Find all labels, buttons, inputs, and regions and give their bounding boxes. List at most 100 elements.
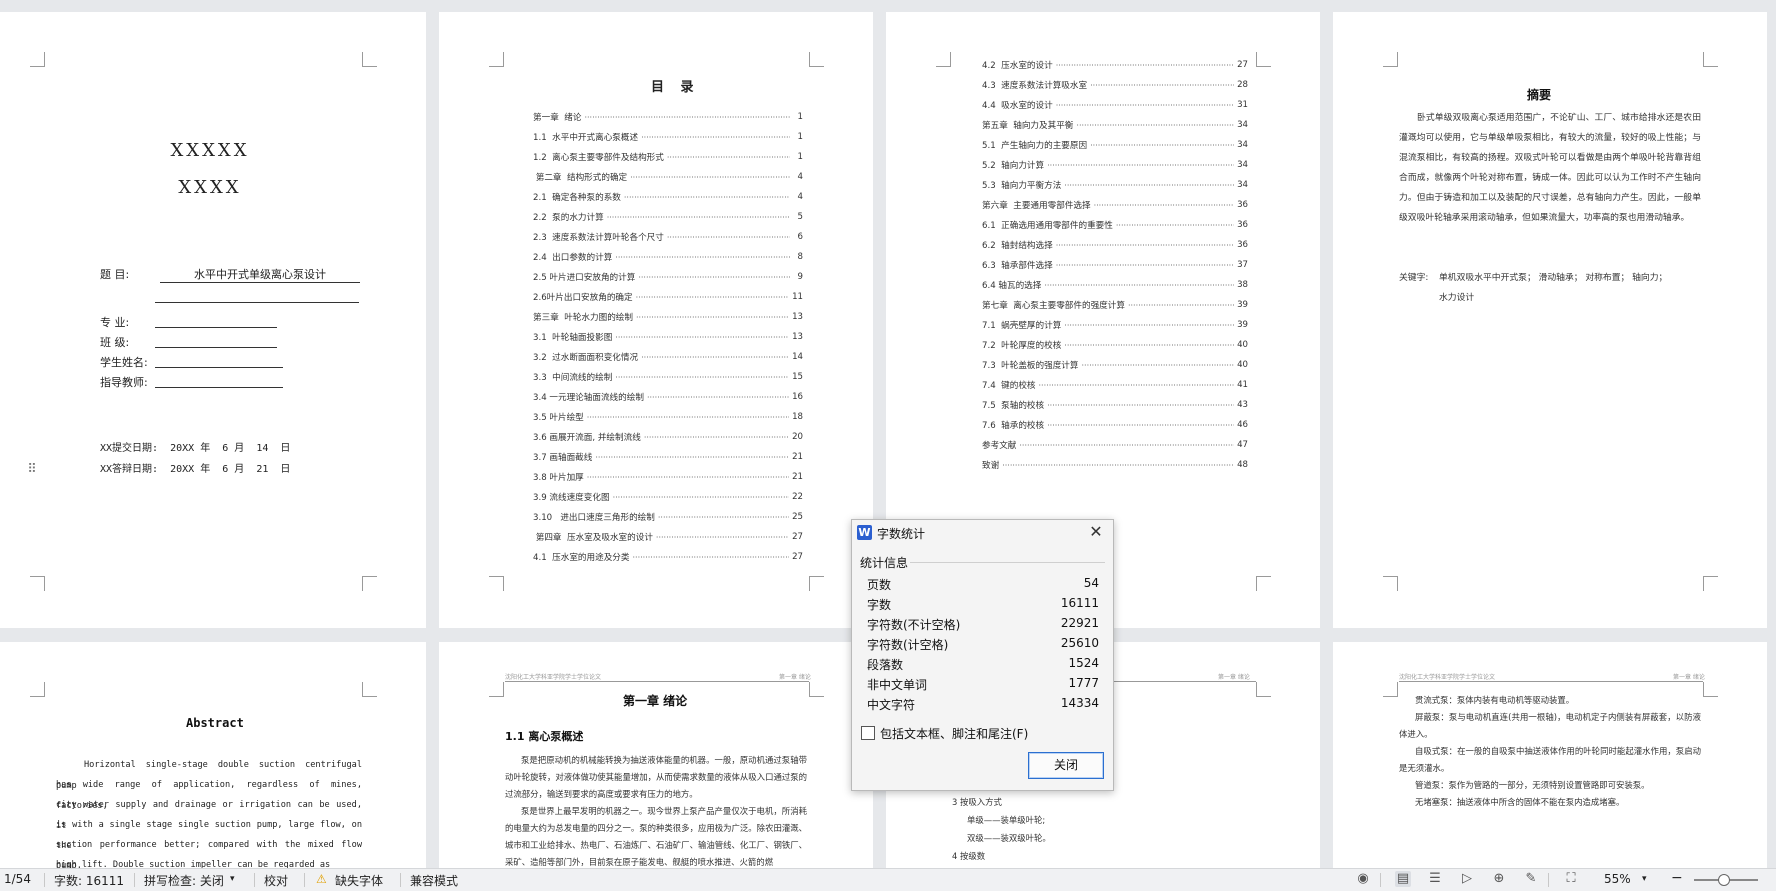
chevron-down-icon[interactable]: ▾ bbox=[1642, 874, 1647, 884]
page-view-icon[interactable]: ▤ bbox=[1395, 871, 1411, 887]
word-count-status[interactable]: 字数: 16111 bbox=[54, 872, 124, 889]
toc-entry[interactable]: 5.1 产生轴向力的主要原因 ··························… bbox=[982, 138, 1248, 152]
drag-handle-icon[interactable]: ⠿ bbox=[24, 462, 40, 478]
fit-page-icon[interactable]: ⛶ bbox=[1563, 871, 1579, 887]
play-icon[interactable]: ▷ bbox=[1459, 871, 1475, 887]
toc-leader-dots: ········································… bbox=[641, 352, 789, 362]
toc-entry[interactable]: 7.5 泵轴的校核 ·······························… bbox=[982, 398, 1248, 412]
toc-entry-page: 13 bbox=[792, 332, 803, 342]
toc-entry-label: 7.5 泵轴的校核 bbox=[982, 401, 1045, 411]
toc-entry[interactable]: 第六章 主要通用零部件选择 ···························… bbox=[982, 198, 1248, 212]
wps-writer-icon: W bbox=[857, 525, 872, 540]
toc-entry[interactable]: 第四章 压水室及吸水室的设计 ··························… bbox=[533, 530, 803, 544]
toc-entry[interactable]: 2.5 叶片进口安放角的计算 ··························… bbox=[533, 270, 803, 284]
stat-row: 非中文单词 1777 bbox=[867, 676, 1099, 694]
dialog-titlebar[interactable]: W 字数统计 ✕ bbox=[852, 520, 1113, 546]
toc-entry[interactable]: 2.1 确定各种泵的系数 ····························… bbox=[533, 190, 803, 204]
eye-protection-icon[interactable]: ◉ bbox=[1355, 871, 1371, 887]
toc-entry-label: 2.1 确定各种泵的系数 bbox=[533, 193, 621, 203]
stat-row: 中文字符 14334 bbox=[867, 696, 1099, 714]
toc-entry[interactable]: 3.5 叶片绘型 ································… bbox=[533, 410, 803, 424]
toc-entry[interactable]: 4.4 吸水室的设计 ······························… bbox=[982, 98, 1248, 112]
page-chapter1[interactable]: 沈阳化工大学科亚学院学士学位论文 第一章 绪论 第一章 绪论 1.1 离心泵概述… bbox=[439, 642, 873, 868]
toc-entry[interactable]: 2.2 泵的水力计算 ······························… bbox=[533, 210, 803, 224]
stat-value: 14334 bbox=[1060, 696, 1099, 710]
toc-entry[interactable]: 第二章 结构形式的确定 ·····························… bbox=[533, 170, 803, 184]
zoom-out-icon[interactable]: − bbox=[1671, 870, 1683, 886]
toc-entry[interactable]: 第三章 叶轮水力图的绘制 ····························… bbox=[533, 310, 803, 324]
toc-leader-dots: ········································… bbox=[1064, 180, 1234, 190]
toc-entry[interactable]: 3.1 叶轮轴面投影图 ·····························… bbox=[533, 330, 803, 344]
toc-entry[interactable]: 7.1 蜗壳壁厚的计算 ·····························… bbox=[982, 318, 1248, 332]
field-advisor: 指导教师: bbox=[100, 376, 148, 389]
toc-entry[interactable]: 3.10 进出口速度三角形的绘制 ························… bbox=[533, 510, 803, 524]
missing-font-button[interactable]: 缺失字体 bbox=[335, 872, 383, 889]
toc-entry[interactable]: 6.4 轴瓦的选择 ·······························… bbox=[982, 278, 1248, 292]
include-textbox-label[interactable]: 包括文本框、脚注和尾注(F) bbox=[880, 725, 1028, 742]
outline-view-icon[interactable]: ☰ bbox=[1427, 871, 1443, 887]
include-textbox-checkbox[interactable] bbox=[861, 726, 875, 740]
toc-entry[interactable]: 6.1 正确选用通用零部件的重要性 ·······················… bbox=[982, 218, 1248, 232]
toc-entry[interactable]: 3.2 过水断面面积变化情况 ··························… bbox=[533, 350, 803, 364]
toc-entry[interactable]: 1.2 离心泵主要零部件及结构形式 ·······················… bbox=[533, 150, 803, 164]
word-count-dialog[interactable]: W 字数统计 ✕ 统计信息 页数 54 字数 16111 字符数(不计空格) 2292… bbox=[851, 519, 1114, 791]
toc-entry[interactable]: 4.2 压水室的设计 ······························… bbox=[982, 58, 1248, 72]
proofread-button[interactable]: 校对 bbox=[264, 872, 288, 889]
header-rule bbox=[1399, 681, 1703, 682]
toc-entry[interactable]: 6.3 轴承部件选择 ······························… bbox=[982, 258, 1248, 272]
close-icon[interactable]: ✕ bbox=[1087, 523, 1105, 541]
zoom-level[interactable]: 55% bbox=[1604, 872, 1631, 886]
toc-entry-label: 7.3 叶轮盖板的强度计算 bbox=[982, 361, 1079, 371]
toc-entry[interactable]: 7.6 轴承的校核 ·······························… bbox=[982, 418, 1248, 432]
page-abstract-cn[interactable]: 摘要 卧式单级双吸离心泵适用范围广，不论矿山、工厂、城市给排水还是农田灌溉均可以… bbox=[1333, 12, 1767, 628]
toc-entry[interactable]: 3.6 画展开流面, 并绘制流线 ························… bbox=[533, 430, 803, 444]
toc-entry[interactable]: 3.3 中间流线的绘制 ·····························… bbox=[533, 370, 803, 384]
page-cover[interactable]: XXXXX XXXX 题 目: 水平中开式单级离心泵设计 专 业: 班 级: 学… bbox=[0, 12, 426, 628]
pen-icon[interactable]: ✎ bbox=[1523, 871, 1539, 887]
crop-mark bbox=[1383, 52, 1398, 67]
toc-entry[interactable]: 3.8 叶片加厚 ································… bbox=[533, 470, 803, 484]
keywords-label: 关键字: bbox=[1399, 273, 1429, 283]
toc-entry[interactable]: 3.7 画轴面截线 ·······························… bbox=[533, 450, 803, 464]
toc-entry[interactable]: 7.3 叶轮盖板的强度计算 ···························… bbox=[982, 358, 1248, 372]
document-canvas[interactable]: XXXXX XXXX 题 目: 水平中开式单级离心泵设计 专 业: 班 级: 学… bbox=[0, 0, 1776, 868]
toc-entry[interactable]: 1.1 水平中开式离心泵概述 ··························… bbox=[533, 130, 803, 144]
toc-entry[interactable]: 3.4 一元理论轴面流线的绘制 ·························… bbox=[533, 390, 803, 404]
toc-entry[interactable]: 7.4 键的校核 ································… bbox=[982, 378, 1248, 392]
page-8[interactable]: 沈阳化工大学科亚学院学士学位论文 第一章 绪论 贯流式泵：泵体内装有电动机等驱动… bbox=[1333, 642, 1767, 868]
toc-entry[interactable]: 第五章 轴向力及其平衡 ·····························… bbox=[982, 118, 1248, 132]
toc-entry-page: 34 bbox=[1237, 140, 1248, 150]
stat-row: 字符数(不计空格) 22921 bbox=[867, 616, 1099, 634]
close-button[interactable]: 关闭 bbox=[1028, 752, 1104, 779]
abstract-cn-text: 卧式单级双吸离心泵适用范围广，不论矿山、工厂、城市给排水还是农田灌溉均可以使用，… bbox=[1399, 113, 1701, 223]
toc-entry[interactable]: 第七章 离心泵主要零部件的强度计算 ·······················… bbox=[982, 298, 1248, 312]
toc-leader-dots: ········································… bbox=[1090, 140, 1234, 150]
toc-entry[interactable]: 5.2 轴向力计算 ·······························… bbox=[982, 158, 1248, 172]
web-view-icon[interactable]: ⊕ bbox=[1491, 871, 1507, 887]
toc-entry[interactable]: 参考文献 ····································… bbox=[982, 438, 1248, 452]
toc-entry[interactable]: 6.2 轴封结构选择 ······························… bbox=[982, 238, 1248, 252]
toc-entry[interactable]: 3.9 流线速度变化图 ·····························… bbox=[533, 490, 803, 504]
toc-entry[interactable]: 致谢 ······································… bbox=[982, 458, 1248, 472]
toc-entry[interactable]: 2.4 出口参数的计算 ·····························… bbox=[533, 250, 803, 264]
toc-leader-dots: ········································… bbox=[586, 472, 789, 482]
toc-entry-label: 致谢 bbox=[982, 461, 1000, 471]
toc-entry[interactable]: 5.3 轴向力平衡方法 ·····························… bbox=[982, 178, 1248, 192]
page-abstract-en[interactable]: Abstract Horizontal single-stage double … bbox=[0, 642, 426, 868]
spell-check-status[interactable]: 拼写检查: 关闭 bbox=[144, 872, 224, 889]
toc-entry[interactable]: 2.6叶片出口安放角的确定 ···························… bbox=[533, 290, 803, 304]
toc-entry[interactable]: 4.3 速度系数法计算吸水室 ··························… bbox=[982, 78, 1248, 92]
toc-entry-page: 40 bbox=[1237, 340, 1248, 350]
crop-mark bbox=[1256, 52, 1271, 67]
toc-entry[interactable]: 4.1 压水室的用途及分类 ···························… bbox=[533, 550, 803, 564]
crop-mark bbox=[30, 576, 45, 591]
chevron-down-icon[interactable]: ▾ bbox=[230, 874, 235, 884]
toc-entry-page: 14 bbox=[792, 352, 803, 362]
toc-entry[interactable]: 2.3 速度系数法计算叶轮各个尺寸 ·······················… bbox=[533, 230, 803, 244]
zoom-slider-thumb[interactable] bbox=[1718, 874, 1730, 886]
page-indicator[interactable]: 1/54 bbox=[4, 872, 31, 886]
toc-entry-label: 7.6 轴承的校核 bbox=[982, 421, 1045, 431]
toc-entry[interactable]: 7.2 叶轮厚度的校核 ·····························… bbox=[982, 338, 1248, 352]
toc-entry[interactable]: 第一章 绪论 ··································… bbox=[533, 110, 803, 124]
page-toc-1[interactable]: 目 录 第一章 绪论 ······························… bbox=[439, 12, 873, 628]
